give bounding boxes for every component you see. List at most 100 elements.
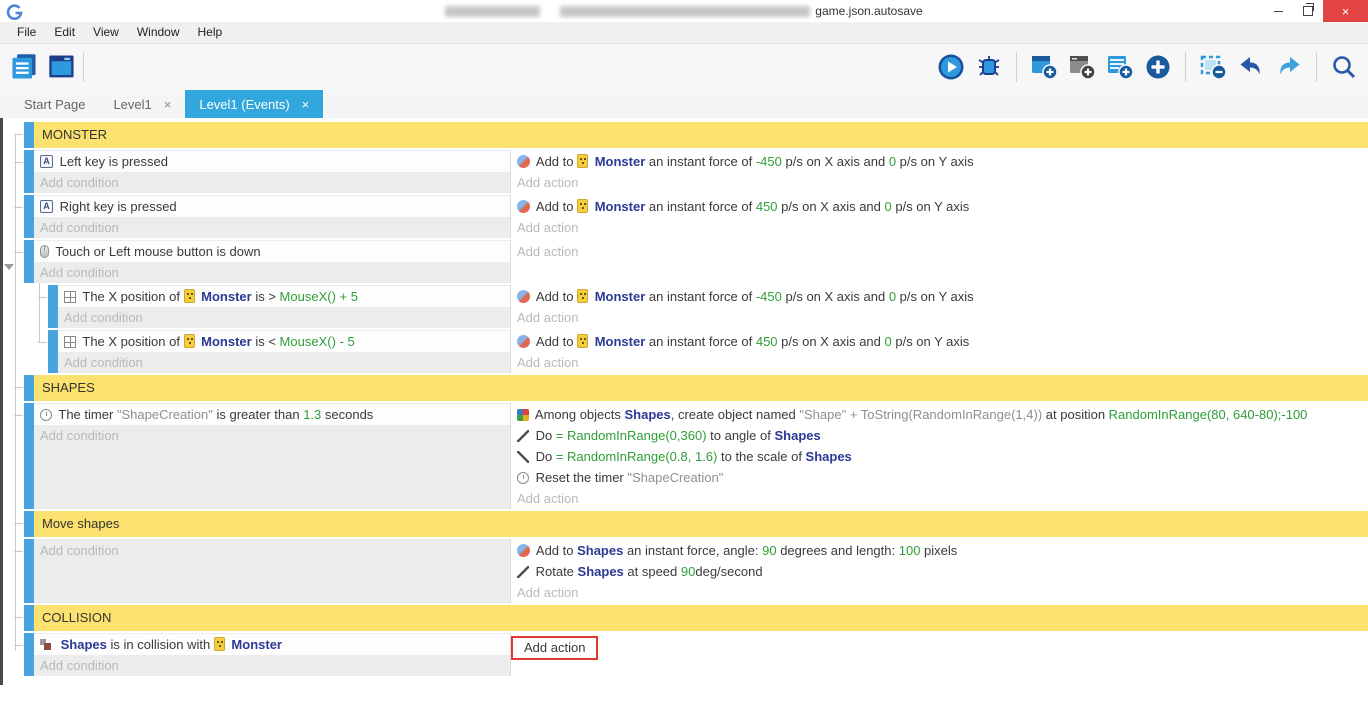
condition-row[interactable]: Touch or Left mouse button is down	[34, 241, 510, 262]
add-action-button[interactable]: Add action	[511, 172, 1368, 193]
comment-text: MONSTER	[34, 122, 1368, 148]
restore-button[interactable]	[1293, 0, 1323, 22]
minimize-button[interactable]	[1263, 0, 1293, 22]
window-title: game.json.autosave	[0, 4, 1368, 18]
tab-start-page[interactable]: Start Page	[10, 90, 99, 118]
project-manager-icon[interactable]	[8, 51, 40, 83]
collapse-arrow-icon[interactable]	[4, 264, 14, 270]
window-title-text: game.json.autosave	[815, 4, 922, 18]
add-condition-button[interactable]: Add condition	[58, 352, 510, 373]
tab-label: Level1	[113, 97, 151, 112]
conditions-column: Left key is pressedAdd condition	[34, 150, 510, 193]
action-row[interactable]: Do = RandomInRange(0,360) to angle of Sh…	[511, 425, 1368, 446]
conditions-column: The X position of Monster is < MouseX() …	[58, 330, 510, 373]
add-condition-button[interactable]: Add condition	[58, 307, 510, 328]
scale-icon	[517, 451, 529, 463]
tab-close-icon[interactable]: ×	[302, 98, 310, 111]
delete-selection-icon[interactable]	[1197, 51, 1229, 83]
comment-row[interactable]: MONSTER	[24, 122, 1368, 148]
mouse-icon	[40, 245, 49, 258]
condition-row[interactable]: Left key is pressed	[34, 151, 510, 172]
force-icon	[517, 335, 530, 348]
add-subevent-icon[interactable]	[1066, 51, 1098, 83]
preview-icon[interactable]	[935, 51, 967, 83]
toolbar	[0, 44, 1368, 90]
add-action-button[interactable]: Add action	[511, 352, 1368, 373]
action-row[interactable]: Among objects Shapes, create object name…	[511, 404, 1368, 425]
add-circle-icon[interactable]	[1142, 51, 1174, 83]
add-condition-button[interactable]: Add condition	[34, 172, 510, 193]
scene-window-icon[interactable]	[46, 51, 78, 83]
add-condition-button[interactable]: Add condition	[34, 655, 510, 676]
monster-icon	[184, 289, 195, 303]
minimize-icon	[1274, 11, 1283, 12]
add-action-button[interactable]: Add action	[511, 582, 1368, 603]
add-action-button-highlighted[interactable]: Add action	[511, 636, 598, 660]
action-row[interactable]: Rotate Shapes at speed 90deg/second	[511, 561, 1368, 582]
add-condition-button[interactable]: Add condition	[34, 540, 510, 561]
add-action-button[interactable]: Add action	[511, 217, 1368, 238]
redacted-title-text	[445, 6, 540, 17]
add-condition-button[interactable]: Add condition	[34, 425, 510, 446]
action-row[interactable]: Add to Monster an instant force of 450 p…	[511, 196, 1368, 217]
menu-item-file[interactable]: File	[8, 22, 45, 43]
condition-row[interactable]: The X position of Monster is < MouseX() …	[58, 331, 510, 352]
tab-label: Level1 (Events)	[199, 97, 289, 112]
add-comment-icon[interactable]	[1104, 51, 1136, 83]
tab-level1[interactable]: Level1 ×	[99, 90, 185, 118]
action-row[interactable]: Add to Monster an instant force of 450 p…	[511, 331, 1368, 352]
action-row[interactable]: Do = RandomInRange(0.8, 1.6) to the scal…	[511, 446, 1368, 467]
close-button[interactable]: ×	[1323, 0, 1368, 22]
condition-row[interactable]: Right key is pressed	[34, 196, 510, 217]
event-row: The timer "ShapeCreation" is greater tha…	[24, 403, 1368, 509]
panel-edge	[0, 118, 3, 685]
action-row[interactable]: Add to Shapes an instant force, angle: 9…	[511, 540, 1368, 561]
event-row: The X position of Monster is > MouseX() …	[48, 285, 1368, 328]
search-icon[interactable]	[1328, 51, 1360, 83]
event-color-bar	[24, 403, 34, 509]
condition-row[interactable]: Shapes is in collision with Monster	[34, 634, 510, 655]
position-icon	[64, 291, 76, 303]
condition-row[interactable]: The X position of Monster is > MouseX() …	[58, 286, 510, 307]
comment-text: COLLISION	[34, 605, 1368, 631]
action-row[interactable]: Add to Monster an instant force of -450 …	[511, 286, 1368, 307]
action-row[interactable]: Reset the timer "ShapeCreation"	[511, 467, 1368, 488]
toolbar-left	[8, 51, 78, 83]
comment-row[interactable]: COLLISION	[24, 605, 1368, 631]
redo-icon[interactable]	[1273, 51, 1305, 83]
tab-level1-events[interactable]: Level1 (Events) ×	[185, 90, 323, 118]
debug-icon[interactable]	[973, 51, 1005, 83]
add-condition-button[interactable]: Add condition	[34, 262, 510, 283]
event-row: The X position of Monster is < MouseX() …	[48, 330, 1368, 373]
monster-icon	[577, 199, 588, 213]
menu-item-edit[interactable]: Edit	[45, 22, 84, 43]
add-event-icon[interactable]	[1028, 51, 1060, 83]
tab-close-icon[interactable]: ×	[164, 98, 172, 111]
comment-row[interactable]: Move shapes	[24, 511, 1368, 537]
events-list: MONSTER Left key is pressedAdd condition…	[0, 118, 1368, 705]
action-row[interactable]: Add to Monster an instant force of -450 …	[511, 151, 1368, 172]
tab-bar: Start Page Level1 × Level1 (Events) ×	[0, 90, 1368, 118]
toolbar-separator	[1185, 52, 1186, 82]
menu-item-view[interactable]: View	[84, 22, 128, 43]
force-icon	[517, 290, 530, 303]
event-row: Shapes is in collision with MonsterAdd c…	[24, 633, 1368, 676]
conditions-column: Add condition	[34, 539, 510, 603]
comment-row[interactable]: SHAPES	[24, 375, 1368, 401]
create-icon	[517, 409, 529, 421]
add-condition-button[interactable]: Add condition	[34, 217, 510, 238]
menu-item-help[interactable]: Help	[189, 22, 232, 43]
condition-row[interactable]: The timer "ShapeCreation" is greater tha…	[34, 404, 510, 425]
event-row: Touch or Left mouse button is downAdd co…	[24, 240, 1368, 283]
gdevelop-logo-icon	[5, 2, 25, 20]
conditions-column: Touch or Left mouse button is downAdd co…	[34, 240, 510, 283]
add-action-button[interactable]: Add action	[511, 307, 1368, 328]
menu-bar: FileEditViewWindowHelp	[0, 22, 1368, 44]
collision-icon	[40, 639, 54, 651]
add-action-button[interactable]: Add action	[511, 241, 1368, 262]
menu-item-window[interactable]: Window	[128, 22, 189, 43]
undo-icon[interactable]	[1235, 51, 1267, 83]
toolbar-separator	[1316, 52, 1317, 82]
add-action-button[interactable]: Add action	[511, 488, 1368, 509]
event-color-bar	[24, 240, 34, 283]
